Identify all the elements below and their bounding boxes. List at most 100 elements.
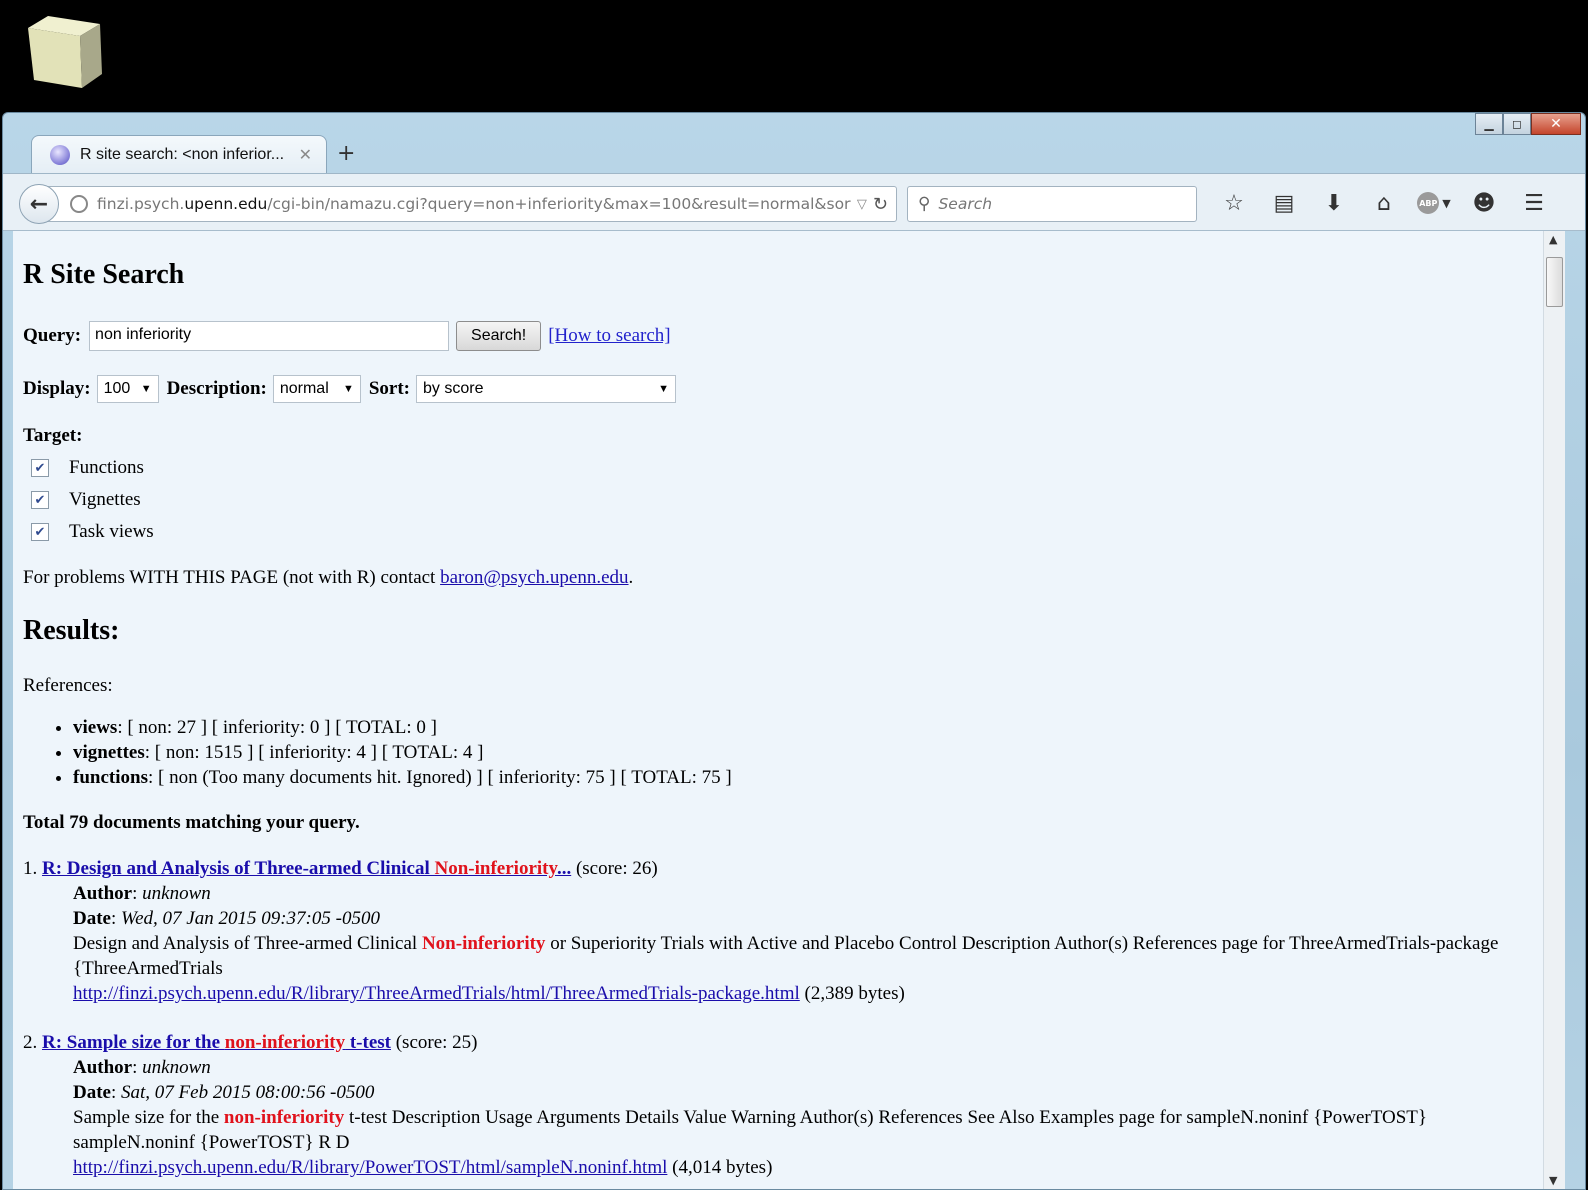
result-author: Author: unknown <box>73 1057 211 1078</box>
result-body: Author: unknown Date: Sat, 07 Feb 2015 0… <box>73 1055 1543 1180</box>
page-title: R Site Search <box>23 259 185 290</box>
url-bar[interactable]: finzi.psych.upenn.edu/cgi-bin/namazu.cgi… <box>47 186 897 222</box>
query-input[interactable]: non inferiority <box>89 321 450 351</box>
browser-tab[interactable]: R site search: <non inferior... ✕ <box>31 135 327 173</box>
result-body: Author: unknown Date: Wed, 07 Jan 2015 0… <box>73 881 1543 1006</box>
adblock-icon[interactable]: ABP ▼ <box>1409 188 1459 218</box>
target-label: Target: <box>23 425 83 446</box>
scroll-up-icon[interactable]: ▲ <box>1549 233 1557 246</box>
minimize-button[interactable]: ▁ <box>1475 113 1503 135</box>
author-value: unknown <box>142 883 211 904</box>
desc-highlight: Non-inferiority <box>421 933 546 954</box>
url-dropdown-icon[interactable]: ▽ <box>857 197 867 212</box>
checkbox-task-views[interactable]: ✔ <box>31 523 49 541</box>
result-url-link[interactable]: http://finzi.psych.upenn.edu/R/library/P… <box>73 1157 667 1178</box>
search-input[interactable]: ⚲ Search <box>907 186 1197 222</box>
list-item: functions: [ non (Too many documents hit… <box>73 765 1543 790</box>
home-icon[interactable]: ⌂ <box>1359 188 1409 218</box>
ref-name: views <box>73 717 118 738</box>
problems-notice: For problems WITH THIS PAGE (not with R)… <box>23 567 1543 589</box>
sort-value: by score <box>423 380 484 397</box>
back-button[interactable]: ← <box>19 184 59 224</box>
back-arrow-icon: ← <box>29 191 49 217</box>
result-url-line: http://finzi.psych.upenn.edu/R/library/T… <box>73 981 1543 1006</box>
url-path: /cgi-bin/namazu.cgi?query=non+inferiorit… <box>267 195 851 213</box>
new-tab-button[interactable]: + <box>337 141 355 166</box>
url-prefix: finzi.psych. <box>97 195 185 213</box>
target-vignettes: ✔ Vignettes <box>23 489 1543 511</box>
tab-close-icon[interactable]: ✕ <box>299 145 312 165</box>
date-label: Date <box>73 908 111 929</box>
toolbar-icons: ☆ ▤ ⬇ ⌂ ABP ▼ ☻ ☰ <box>1209 188 1559 218</box>
display-select[interactable]: 100 ▼ <box>96 375 159 403</box>
ref-name: vignettes <box>73 742 145 763</box>
url-host: upenn.edu <box>184 195 268 213</box>
target-functions: ✔ Functions <box>23 457 1543 479</box>
result-item: 1. R: Design and Analysis of Three-armed… <box>23 856 1543 1006</box>
desc-highlight: non-inferiority <box>223 1107 345 1128</box>
problems-text: For problems WITH THIS PAGE (not with R)… <box>23 567 441 588</box>
title-text: R: Sample size for the <box>42 1032 225 1053</box>
page-content: R Site Search Query: non inferiority Sea… <box>13 231 1543 1189</box>
display-label: Display: <box>23 378 91 399</box>
target-task-views: ✔ Task views <box>23 521 1543 543</box>
result-score: (score: 26) <box>571 858 658 879</box>
url-text: finzi.psych.upenn.edu/cgi-bin/namazu.cgi… <box>97 195 851 213</box>
chevron-down-icon: ▼ <box>658 383 669 395</box>
title-highlight: non-inferiority <box>224 1032 346 1053</box>
scroll-thumb[interactable] <box>1546 257 1563 307</box>
result-date: Date: Sat, 07 Feb 2015 08:00:56 -0500 <box>73 1082 375 1103</box>
chevron-down-icon: ▼ <box>140 383 152 395</box>
checkbox-label: Task views <box>69 521 154 542</box>
result-score: (score: 25) <box>390 1032 478 1053</box>
search-button[interactable]: Search! <box>456 321 542 351</box>
result-description: Sample size for the non-inferiority t-te… <box>73 1105 1543 1155</box>
result-url-line: http://finzi.psych.upenn.edu/R/library/P… <box>73 1155 1543 1180</box>
scroll-down-icon[interactable]: ▼ <box>1549 1174 1557 1187</box>
bookmark-star-icon[interactable]: ☆ <box>1209 188 1259 218</box>
result-title-link[interactable]: R: Sample size for the non-inferiority t… <box>42 1032 391 1053</box>
date-value: Wed, 07 Jan 2015 09:37:05 -0500 <box>121 908 380 929</box>
tab-title: R site search: <non inferior... <box>80 145 285 163</box>
presentation-top-bar <box>0 0 1588 112</box>
result-title-link[interactable]: R: Design and Analysis of Three-armed Cl… <box>42 858 571 879</box>
checkbox-functions[interactable]: ✔ <box>31 459 49 477</box>
result-description: Design and Analysis of Three-armed Clini… <box>73 931 1543 981</box>
title-text: t-test <box>345 1032 391 1053</box>
author-value: unknown <box>142 1057 211 1078</box>
contact-email-link[interactable]: baron@psych.upenn.edu <box>440 567 628 588</box>
description-label: Description: <box>166 378 267 399</box>
maximize-button[interactable]: ◻ <box>1503 113 1531 135</box>
total-count: Total 79 documents matching your query. <box>23 812 360 833</box>
vertical-scrollbar[interactable]: ▲ ▼ <box>1543 231 1565 1189</box>
navigation-toolbar: finzi.psych.upenn.edu/cgi-bin/namazu.cgi… <box>3 173 1585 231</box>
download-icon[interactable]: ⬇ <box>1309 188 1359 218</box>
search-icon: ⚲ <box>918 194 931 214</box>
cube-logo-icon <box>28 16 102 88</box>
ref-text: : [ non (Too many documents hit. Ignored… <box>147 767 732 788</box>
title-highlight: Non-inferiority <box>434 858 557 879</box>
close-window-button[interactable]: ✕ <box>1531 113 1581 135</box>
reading-list-icon[interactable]: ▤ <box>1259 188 1309 218</box>
options-row: Display: 100 ▼ Description: normal ▼ Sort:… <box>23 375 1543 403</box>
how-to-search-link[interactable]: [How to search] <box>548 325 670 347</box>
author-label: Author <box>73 883 133 904</box>
sort-select[interactable]: by score ▼ <box>416 375 676 403</box>
favicon-icon <box>50 144 70 165</box>
result-date: Date: Wed, 07 Jan 2015 09:37:05 -0500 <box>73 908 380 929</box>
problems-end: . <box>628 567 634 588</box>
author-label: Author <box>73 1057 133 1078</box>
query-row: Query: non inferiority Search! [How to s… <box>23 321 1543 351</box>
menu-icon[interactable]: ☰ <box>1509 188 1559 218</box>
window-controls: ▁ ◻ ✕ <box>1475 113 1581 135</box>
result-url-link[interactable]: http://finzi.psych.upenn.edu/R/library/T… <box>73 983 800 1004</box>
desc-text: Design and Analysis of Three-armed Clini… <box>73 933 422 954</box>
title-text: R: Design and Analysis of Three-armed Cl… <box>42 858 435 879</box>
checkbox-vignettes[interactable]: ✔ <box>31 491 49 509</box>
chat-icon[interactable]: ☻ <box>1459 188 1509 218</box>
result-title-line: 1. R: Design and Analysis of Three-armed… <box>23 856 1543 881</box>
browser-window: ▁ ◻ ✕ R site search: <non inferior... ✕ … <box>2 112 1586 1190</box>
description-select[interactable]: normal ▼ <box>272 375 361 403</box>
reload-icon[interactable]: ↻ <box>873 194 888 215</box>
result-item: 2. R: Sample size for the non-inferiorit… <box>23 1030 1543 1180</box>
